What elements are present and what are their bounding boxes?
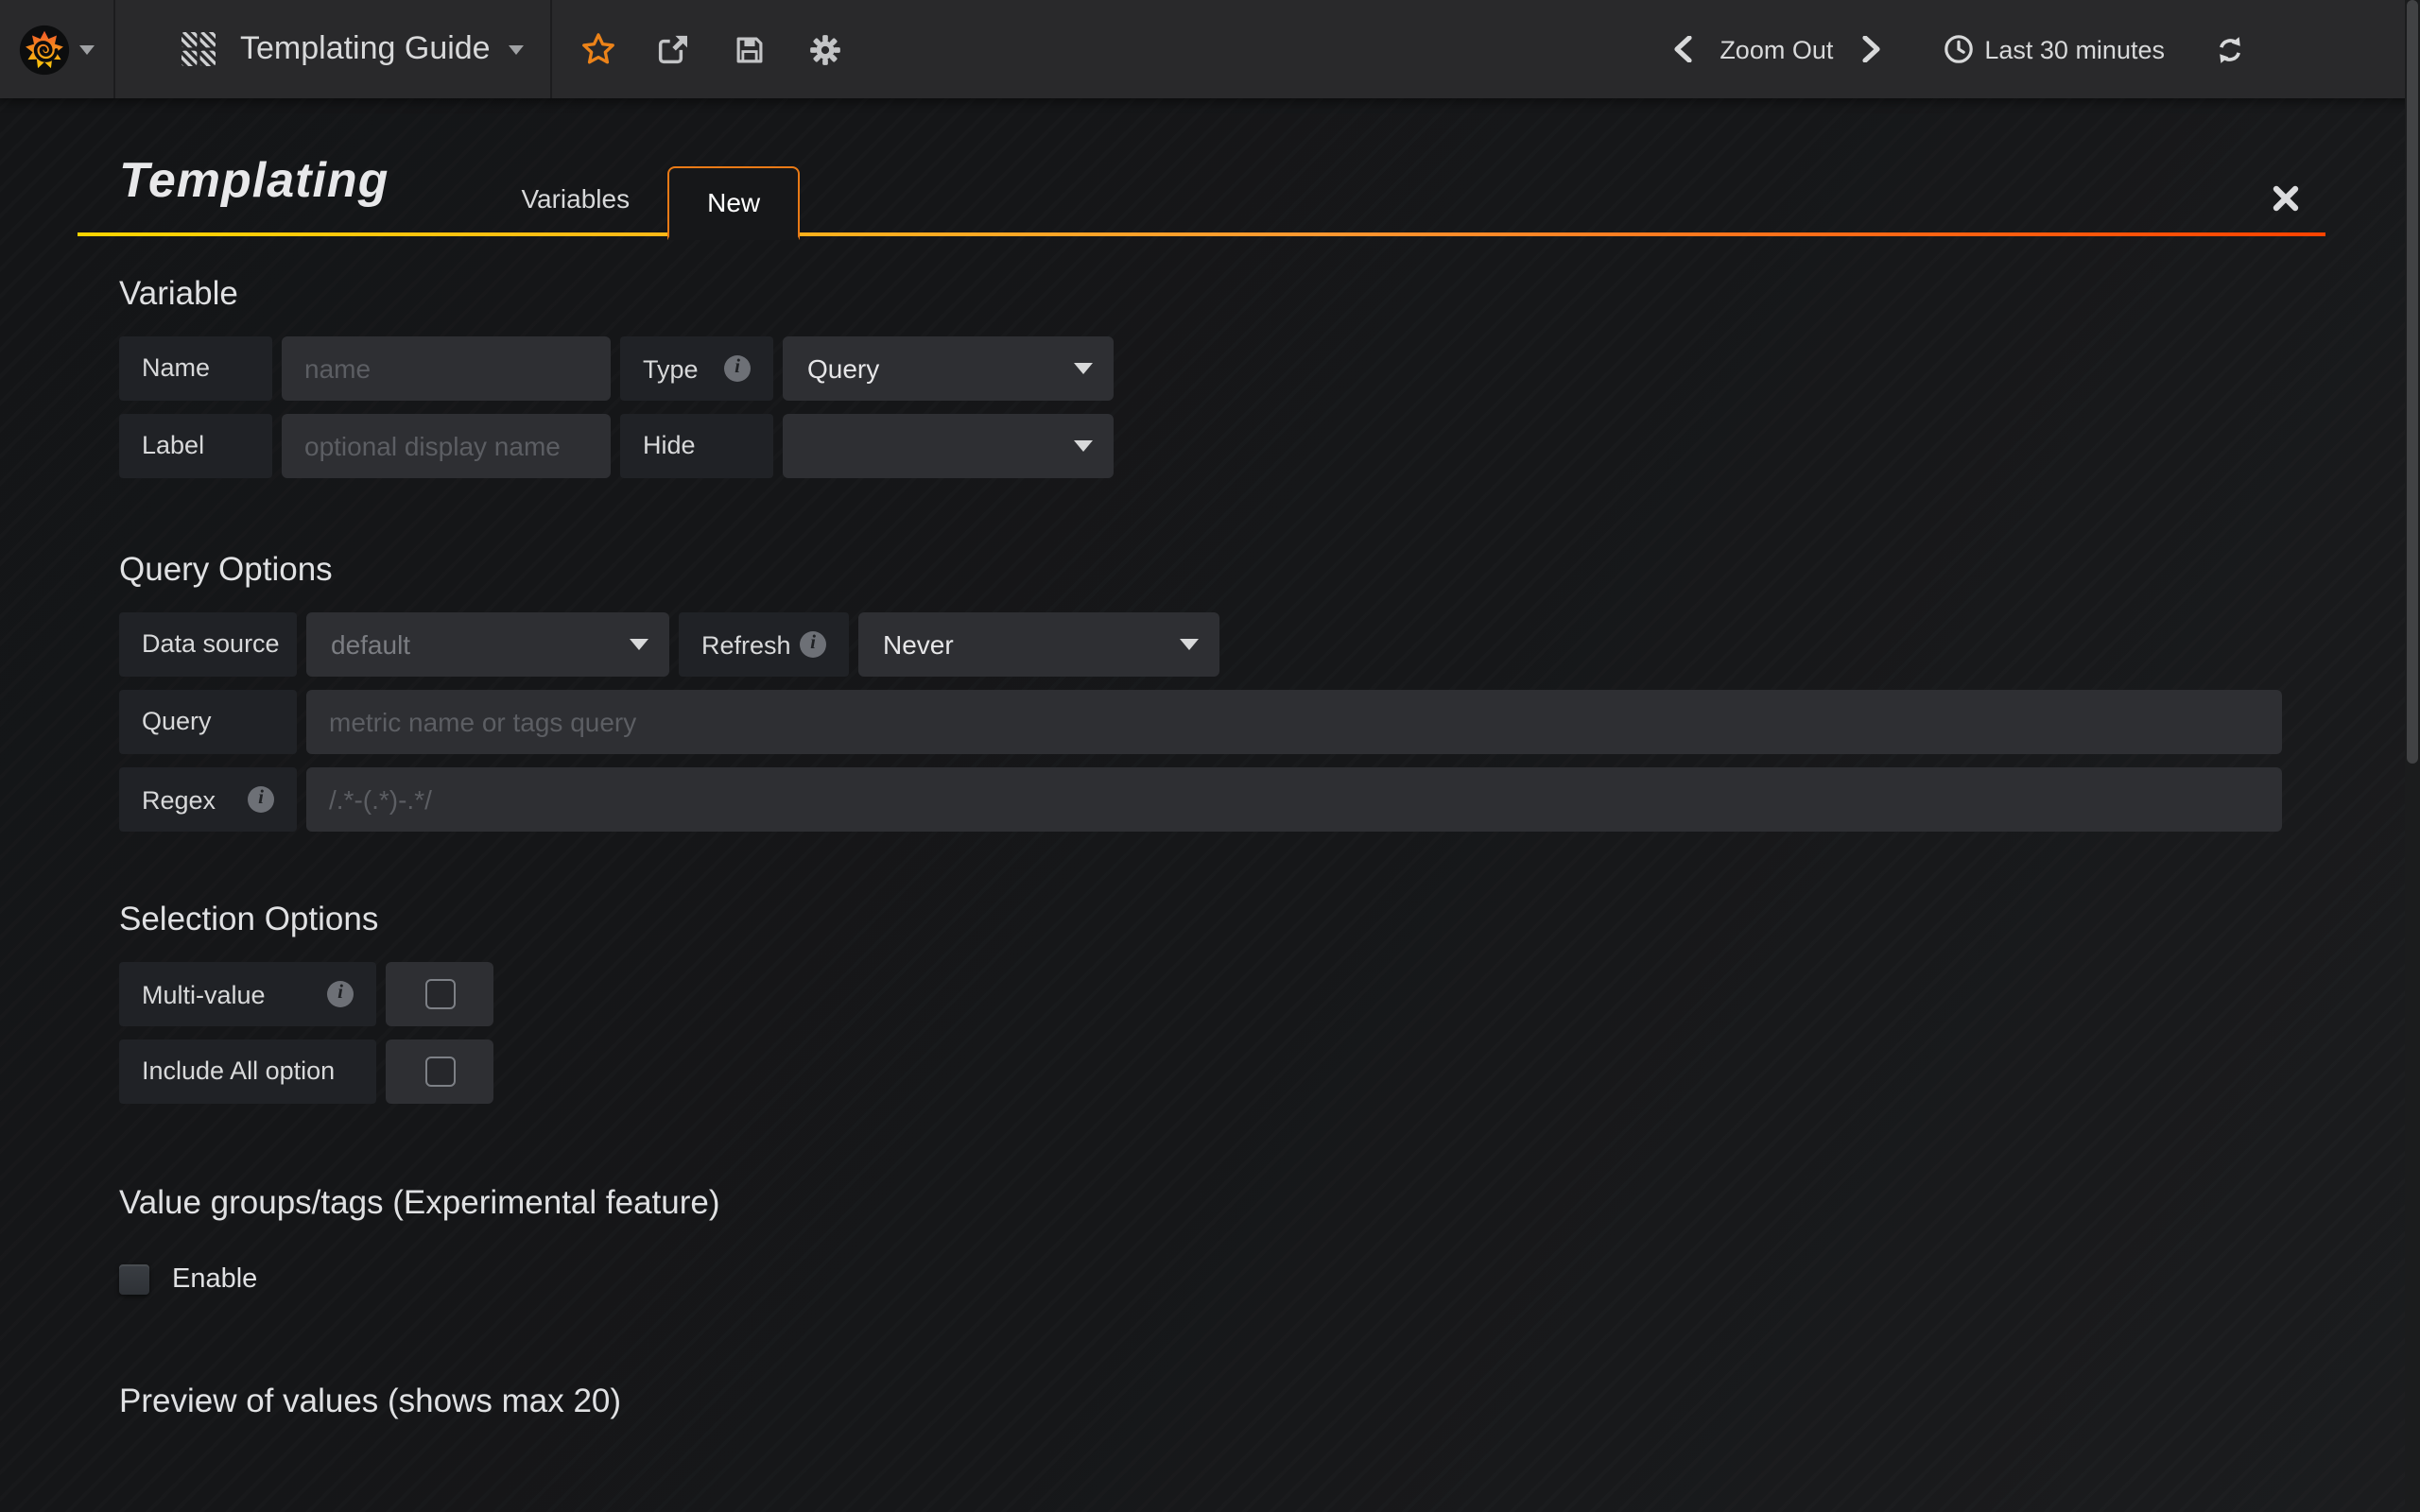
zoom-out-button[interactable]: Zoom Out bbox=[1712, 35, 1841, 63]
variable-row-2: Label Hide bbox=[119, 414, 2325, 478]
star-button[interactable] bbox=[561, 0, 636, 98]
data-source-select-value: default bbox=[306, 612, 669, 677]
dashboard-title: Templating Guide bbox=[240, 30, 491, 68]
page-title: Templating bbox=[119, 151, 389, 210]
label-label: Label bbox=[119, 414, 272, 478]
checkbox-icon bbox=[424, 979, 455, 1009]
label-input[interactable] bbox=[282, 414, 611, 478]
chevron-right-icon bbox=[1859, 36, 1882, 62]
regex-row: Regex i bbox=[119, 767, 2325, 832]
navbar: Templating Guide bbox=[0, 0, 2420, 98]
type-label: Type i bbox=[620, 336, 773, 401]
include-all-checkbox[interactable] bbox=[386, 1040, 493, 1104]
include-all-label: Include All option bbox=[119, 1040, 376, 1104]
data-source-label: Data source bbox=[119, 612, 297, 677]
checkbox-icon bbox=[424, 1057, 455, 1087]
query-options-row-1: Data source default Refresh i Never bbox=[119, 612, 2325, 677]
query-input[interactable] bbox=[306, 690, 2282, 754]
tab-variables[interactable]: Variables bbox=[483, 164, 667, 236]
scrollbar-thumb[interactable] bbox=[2407, 0, 2418, 764]
tab-new[interactable]: New bbox=[667, 166, 800, 240]
value-groups-heading: Value groups/tags (Experimental feature) bbox=[119, 1183, 2325, 1223]
selection-options-heading: Selection Options bbox=[119, 900, 2325, 939]
preview-heading: Preview of values (shows max 20) bbox=[119, 1382, 2325, 1421]
enable-row: Enable bbox=[98, 1264, 2325, 1295]
settings-button[interactable] bbox=[787, 0, 863, 98]
grafana-logo-button[interactable] bbox=[0, 0, 115, 98]
share-icon bbox=[655, 30, 693, 68]
type-select[interactable]: Query bbox=[783, 336, 1114, 401]
hide-label: Hide bbox=[620, 414, 773, 478]
name-label: Name bbox=[119, 336, 272, 401]
caret-down-icon bbox=[630, 639, 648, 650]
regex-label: Regex i bbox=[119, 767, 297, 832]
dashboard-grid-icon bbox=[180, 30, 217, 68]
caret-down-icon bbox=[1074, 363, 1093, 374]
info-icon[interactable]: i bbox=[327, 981, 354, 1007]
grafana-app: Templating Guide bbox=[0, 0, 2420, 1512]
regex-label-text: Regex bbox=[142, 785, 216, 814]
time-range-label: Last 30 minutes bbox=[1984, 35, 2165, 63]
dashboard-title-button[interactable]: Templating Guide bbox=[115, 0, 553, 98]
share-button[interactable] bbox=[636, 0, 712, 98]
close-button[interactable] bbox=[2273, 185, 2299, 212]
grafana-logo-icon bbox=[19, 24, 70, 75]
refresh-label: Refresh i bbox=[679, 612, 849, 677]
chevron-left-icon bbox=[1670, 36, 1693, 62]
tab-underline bbox=[78, 232, 2325, 236]
multi-value-row: Multi-value i bbox=[119, 962, 2325, 1026]
save-icon bbox=[732, 31, 768, 67]
refresh-select[interactable]: Never bbox=[858, 612, 1219, 677]
query-label: Query bbox=[119, 690, 297, 754]
time-shift-left-button[interactable] bbox=[1651, 36, 1712, 62]
variable-heading: Variable bbox=[119, 274, 2325, 314]
caret-down-icon bbox=[1074, 440, 1093, 452]
info-icon[interactable]: i bbox=[248, 786, 274, 813]
navbar-right-controls: Zoom Out Last 30 minutes bbox=[1651, 0, 2246, 98]
caret-down-icon bbox=[1180, 639, 1199, 650]
type-select-value: Query bbox=[783, 336, 1114, 401]
refresh-label-text: Refresh bbox=[701, 630, 791, 659]
enable-label[interactable]: Enable bbox=[172, 1264, 257, 1295]
include-all-row: Include All option bbox=[119, 1040, 2325, 1104]
enable-checkbox[interactable] bbox=[119, 1264, 149, 1295]
clock-icon bbox=[1943, 34, 1973, 64]
time-shift-right-button[interactable] bbox=[1841, 36, 1901, 62]
regex-input[interactable] bbox=[306, 767, 2282, 832]
refresh-select-value: Never bbox=[858, 612, 1219, 677]
query-options-heading: Query Options bbox=[119, 550, 2325, 590]
query-row: Query bbox=[119, 690, 2325, 754]
star-icon bbox=[579, 29, 618, 69]
type-label-text: Type bbox=[643, 354, 699, 383]
multi-value-checkbox[interactable] bbox=[386, 962, 493, 1026]
templating-titlebar: Templating Variables New bbox=[78, 151, 2325, 236]
caret-down-icon bbox=[510, 44, 525, 54]
hide-select[interactable] bbox=[783, 414, 1114, 478]
data-source-select[interactable]: default bbox=[306, 612, 669, 677]
variable-row-1: Name Type i Query bbox=[119, 336, 2325, 401]
save-button[interactable] bbox=[712, 0, 787, 98]
caret-down-icon bbox=[79, 44, 95, 54]
name-input[interactable] bbox=[282, 336, 611, 401]
close-icon bbox=[2273, 185, 2299, 212]
multi-value-label: Multi-value i bbox=[119, 962, 376, 1026]
time-range-button[interactable]: Last 30 minutes bbox=[1943, 34, 2165, 64]
info-icon[interactable]: i bbox=[724, 355, 751, 382]
templating-editor: Templating Variables New Variable Name T… bbox=[78, 151, 2325, 1512]
multi-value-label-text: Multi-value bbox=[142, 980, 266, 1008]
scrollbar[interactable] bbox=[2405, 0, 2420, 1512]
refresh-icon bbox=[2214, 33, 2246, 65]
refresh-button[interactable] bbox=[2214, 33, 2246, 65]
gear-icon bbox=[807, 31, 843, 67]
info-icon[interactable]: i bbox=[800, 631, 826, 658]
